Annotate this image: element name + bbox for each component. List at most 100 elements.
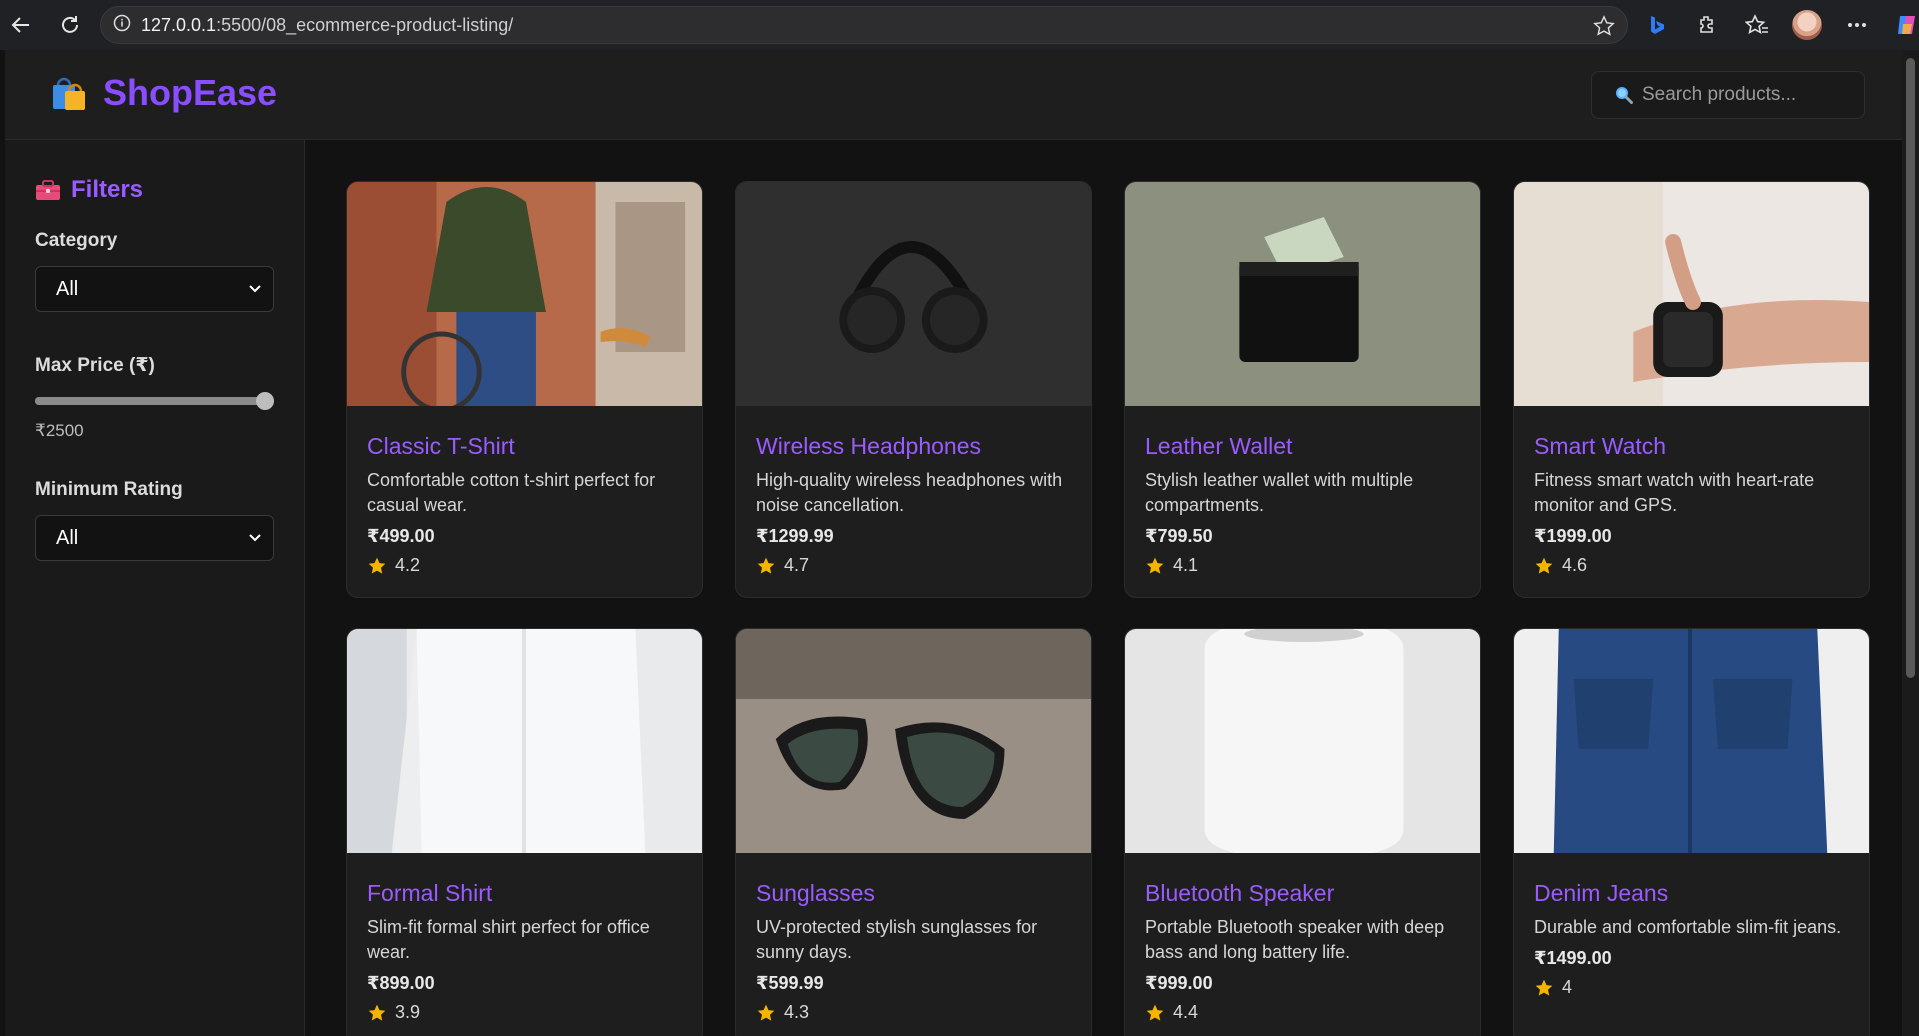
- extensions-icon[interactable]: [1690, 8, 1724, 42]
- copilot-icon[interactable]: [1890, 8, 1919, 42]
- max-price-value: ₹2500: [35, 421, 84, 440]
- product-rating: 4.4: [1145, 1002, 1460, 1023]
- product-title[interactable]: Sunglasses: [756, 880, 1071, 907]
- scrollbar-thumb[interactable]: [1906, 58, 1915, 678]
- product-title[interactable]: Wireless Headphones: [756, 433, 1071, 460]
- product-price: ₹1499.00: [1534, 948, 1612, 968]
- product-title[interactable]: Denim Jeans: [1534, 880, 1849, 907]
- star-icon: [1535, 557, 1553, 574]
- slider-handle[interactable]: [256, 392, 274, 410]
- product-title[interactable]: Leather Wallet: [1145, 433, 1460, 460]
- product-description: Fitness smart watch with heart-rate moni…: [1534, 470, 1815, 515]
- rating-value: 4: [1562, 977, 1573, 997]
- product-rating: 4: [1534, 977, 1849, 998]
- rating-value: 4.7: [784, 555, 810, 575]
- product-description: Durable and comfortable slim-fit jeans.: [1534, 917, 1842, 937]
- info-icon[interactable]: [113, 14, 131, 37]
- brand[interactable]: ShopEase: [49, 72, 277, 114]
- product-title[interactable]: Classic T-Shirt: [367, 433, 682, 460]
- product-rating: 4.6: [1534, 555, 1849, 576]
- product-card[interactable]: Sunglasses UV-protected stylish sunglass…: [735, 628, 1092, 1036]
- chevron-down-icon: [249, 285, 261, 293]
- product-title[interactable]: Smart Watch: [1534, 433, 1849, 460]
- product-description: Comfortable cotton t-shirt perfect for c…: [367, 470, 656, 515]
- app: ShopEase Filters Category All Max Price: [5, 50, 1902, 1036]
- favorite-star-icon[interactable]: [1593, 15, 1615, 42]
- rating-value: 3.9: [395, 1002, 421, 1022]
- product-price: ₹1299.99: [756, 526, 834, 546]
- shopping-bags-icon: [53, 77, 85, 110]
- category-select[interactable]: All: [35, 266, 274, 312]
- more-options-icon[interactable]: [1840, 8, 1874, 42]
- site-header: ShopEase: [5, 50, 1902, 140]
- product-price: ₹599.99: [756, 973, 824, 993]
- bing-icon[interactable]: [1640, 8, 1674, 42]
- rating-value: 4.2: [395, 555, 421, 575]
- product-card[interactable]: Denim Jeans Durable and comfortable slim…: [1513, 628, 1870, 1036]
- page-scrollbar[interactable]: [1902, 50, 1919, 1036]
- product-price: ₹799.50: [1145, 526, 1213, 546]
- product-card[interactable]: Wireless Headphones High-quality wireles…: [735, 181, 1092, 598]
- filters-sidebar: Filters Category All Max Price (₹) ₹2500…: [5, 140, 305, 1036]
- product-rating: 4.3: [756, 1002, 1071, 1023]
- product-image-shirt: [347, 629, 702, 853]
- brand-name: ShopEase: [103, 72, 278, 113]
- rating-value: 4.6: [1562, 555, 1588, 575]
- address-bar[interactable]: 127.0.0.1:5500/08_ecommerce-product-list…: [100, 6, 1628, 44]
- rating-value: 4.1: [1173, 555, 1199, 575]
- product-rating: 4.1: [1145, 555, 1460, 576]
- product-image-wallet: [1125, 182, 1480, 406]
- star-icon: [757, 1004, 775, 1021]
- star-icon: [1535, 979, 1553, 996]
- rating-select[interactable]: All: [35, 515, 274, 561]
- product-image-jeans: [1514, 629, 1869, 853]
- browser-actions: [1640, 8, 1919, 42]
- star-icon: [368, 1004, 386, 1021]
- max-price-label: Max Price (₹): [35, 355, 155, 376]
- browser-toolbar: 127.0.0.1:5500/08_ecommerce-product-list…: [0, 0, 1919, 50]
- product-price: ₹1999.00: [1534, 526, 1612, 546]
- product-image-sunglasses: [736, 629, 1091, 853]
- category-selected: All: [56, 277, 79, 300]
- product-description: Slim-fit formal shirt perfect for office…: [367, 917, 650, 962]
- url-text: 127.0.0.1:5500/08_ecommerce-product-list…: [141, 14, 514, 35]
- product-price: ₹499.00: [367, 526, 435, 546]
- product-card[interactable]: Leather Wallet Stylish leather wallet wi…: [1124, 181, 1481, 598]
- profile-avatar[interactable]: [1790, 8, 1824, 42]
- rating-value: 4.3: [784, 1002, 810, 1022]
- rating-label: Minimum Rating: [35, 479, 183, 500]
- product-description: Portable Bluetooth speaker with deep bas…: [1145, 917, 1445, 962]
- product-price: ₹899.00: [367, 973, 435, 993]
- product-image-smartwatch: [1514, 182, 1869, 406]
- product-description: High-quality wireless headphones with no…: [756, 470, 1063, 515]
- reload-icon[interactable]: [55, 10, 85, 40]
- max-price-slider[interactable]: [35, 391, 274, 411]
- filters-title: Filters: [71, 176, 144, 203]
- category-label: Category: [35, 230, 118, 251]
- product-card[interactable]: Classic T-Shirt Comfortable cotton t-shi…: [346, 181, 703, 598]
- product-card[interactable]: Formal Shirt Slim-fit formal shirt perfe…: [346, 628, 703, 1036]
- product-card[interactable]: Smart Watch Fitness smart watch with hea…: [1513, 181, 1870, 598]
- star-icon: [1146, 1004, 1164, 1021]
- back-icon[interactable]: [6, 10, 36, 40]
- product-title[interactable]: Formal Shirt: [367, 880, 682, 907]
- product-description: Stylish leather wallet with multiple com…: [1145, 470, 1414, 515]
- product-price: ₹999.00: [1145, 973, 1213, 993]
- product-rating: 3.9: [367, 1002, 682, 1023]
- favorites-icon[interactable]: [1740, 8, 1774, 42]
- filters-heading: Filters: [35, 176, 304, 204]
- search-input[interactable]: [1642, 84, 1852, 106]
- star-icon: [1146, 557, 1164, 574]
- star-icon: [368, 557, 386, 574]
- product-image-headphones: [736, 182, 1091, 406]
- product-rating: 4.2: [367, 555, 682, 576]
- search-box[interactable]: [1591, 71, 1865, 119]
- slider-fill: [35, 397, 265, 405]
- product-description: UV-protected stylish sunglasses for sunn…: [756, 917, 1038, 962]
- chevron-down-icon: [249, 534, 261, 542]
- toolbox-icon: [36, 180, 60, 200]
- rating-selected: All: [56, 526, 79, 549]
- product-card[interactable]: Bluetooth Speaker Portable Bluetooth spe…: [1124, 628, 1481, 1036]
- product-title[interactable]: Bluetooth Speaker: [1145, 880, 1460, 907]
- product-image-tshirt: [347, 182, 702, 413]
